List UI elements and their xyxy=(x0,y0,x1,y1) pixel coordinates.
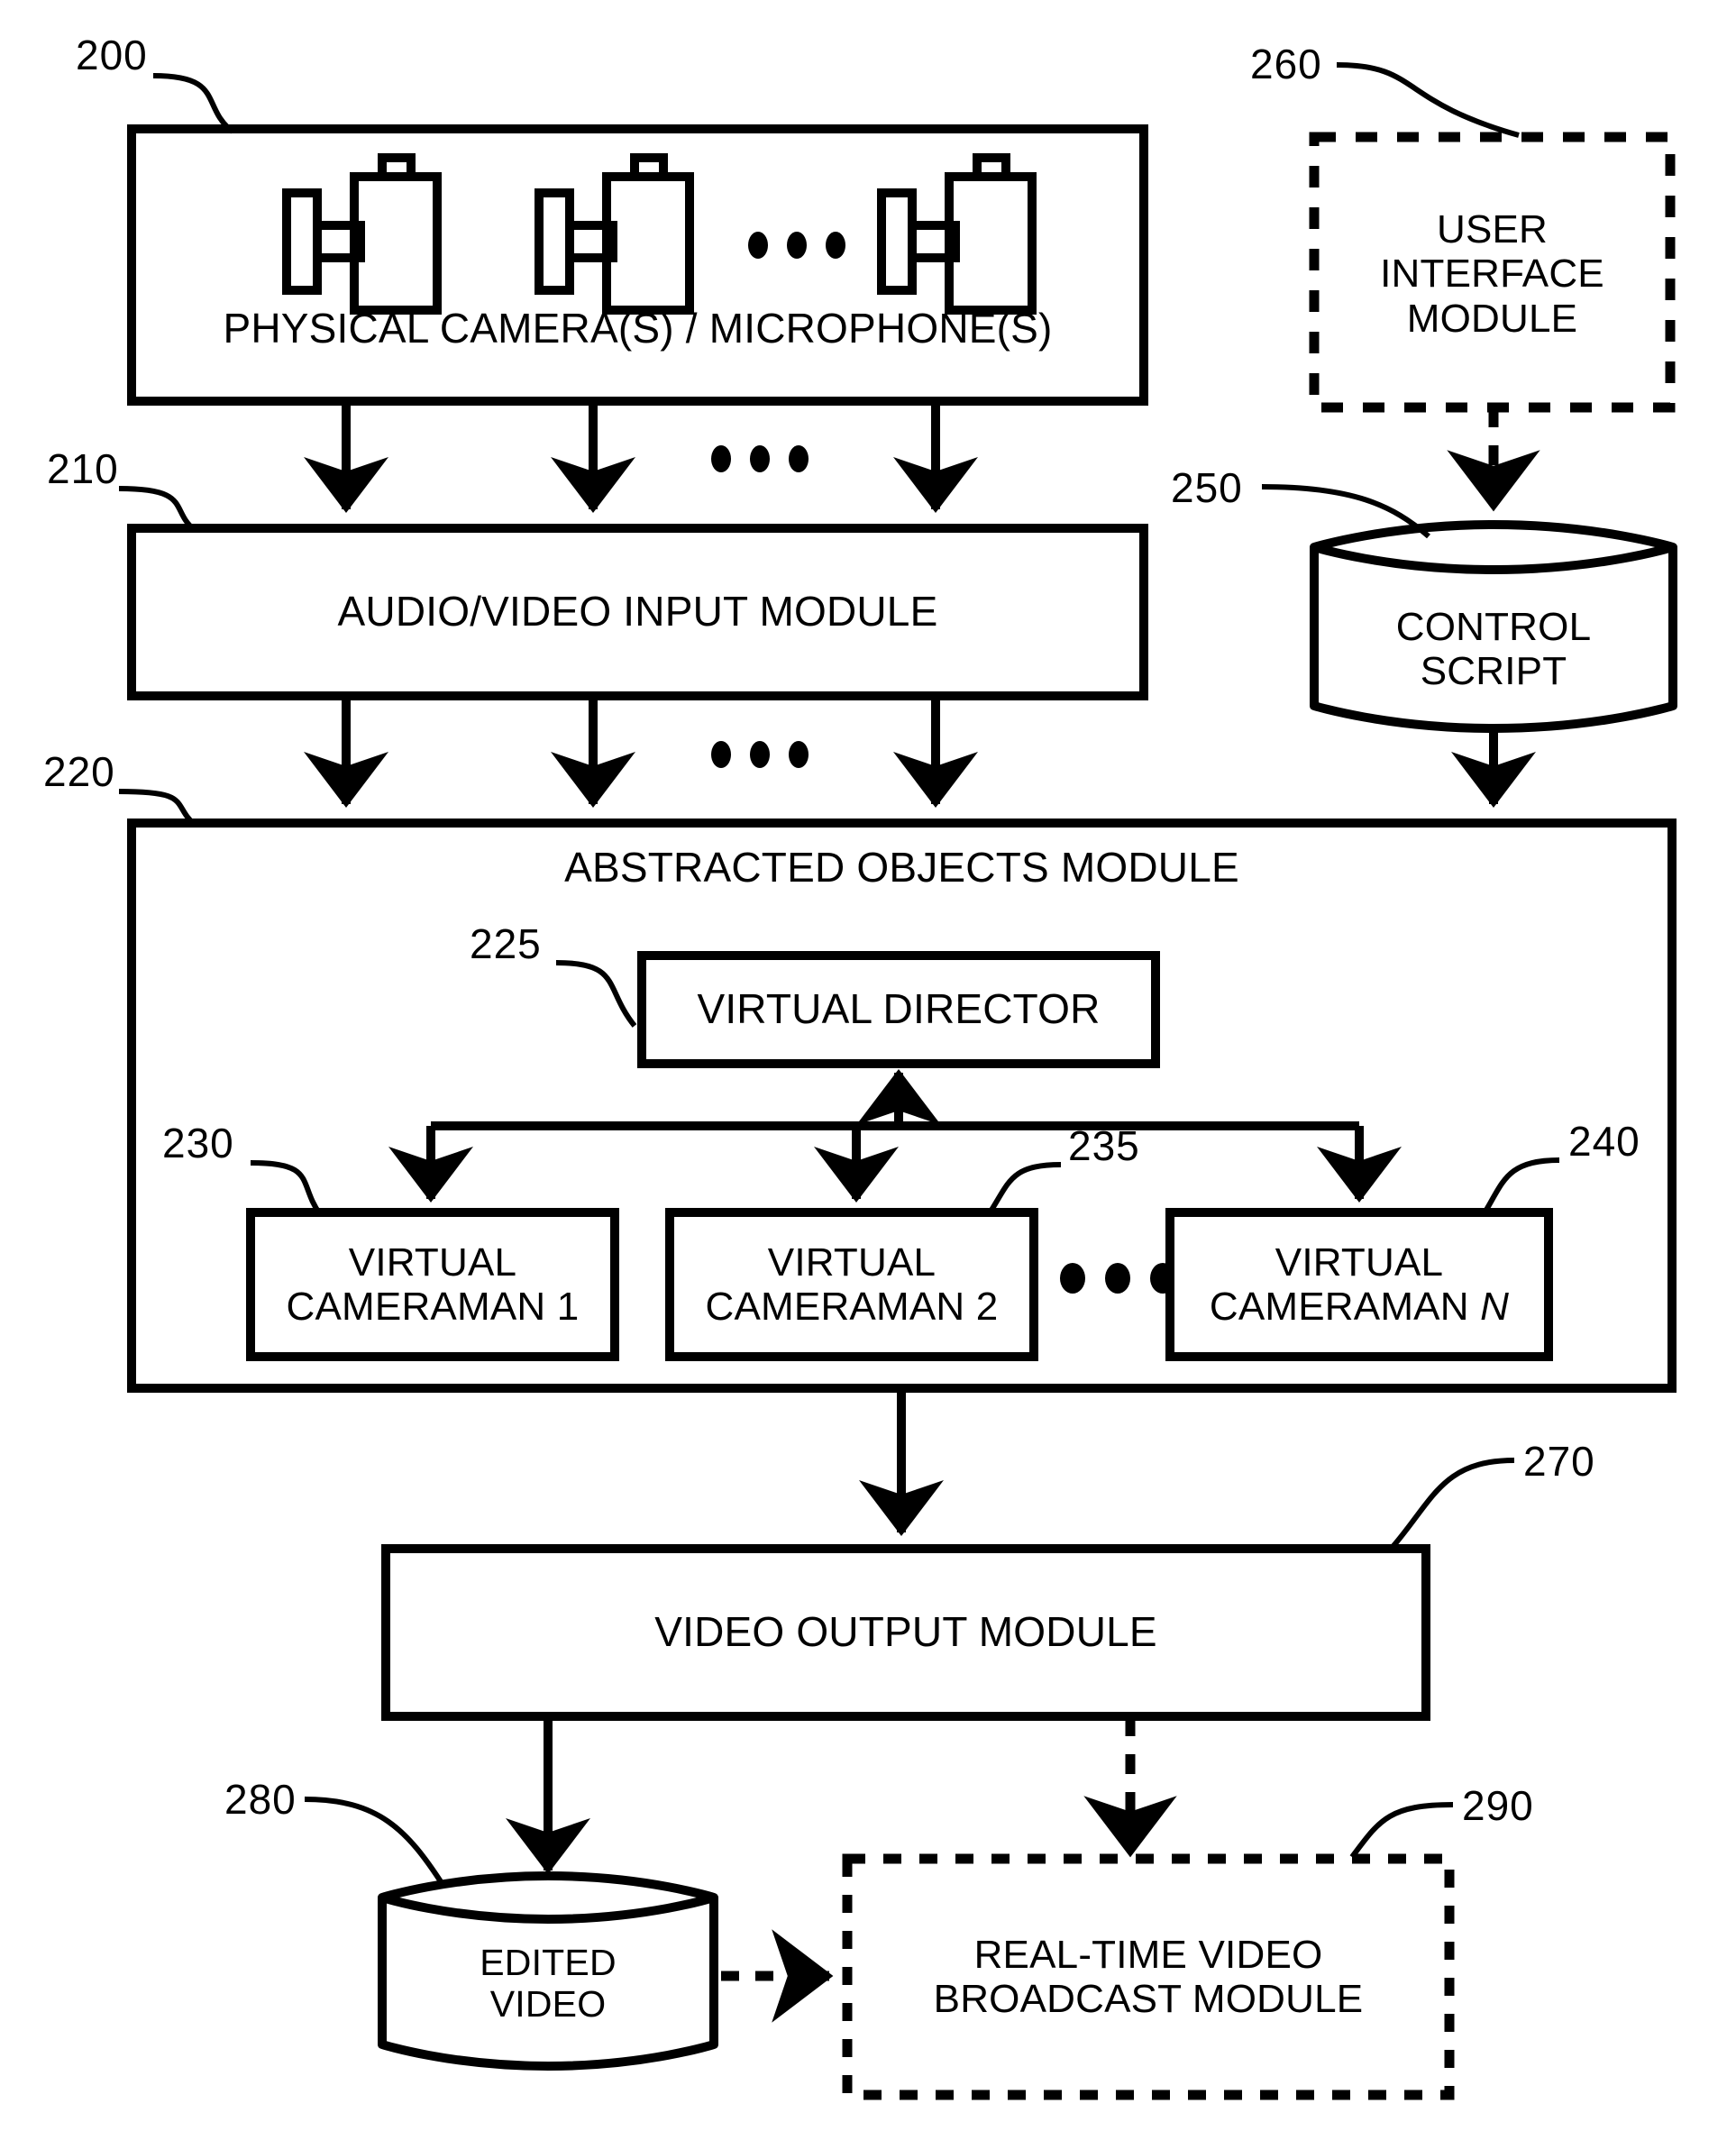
leader-line-270 xyxy=(1390,1458,1515,1549)
patent-figure: 200 210 220 225 230 235 240 250 260 270 … xyxy=(0,0,1736,2131)
ref-number-240: 240 xyxy=(1568,1118,1640,1165)
edited-video-block xyxy=(304,1797,718,2071)
ref-number-210: 210 xyxy=(47,445,119,492)
ref-number-260: 260 xyxy=(1250,41,1322,87)
user-interface-block xyxy=(1309,62,1676,413)
ref-number-225: 225 xyxy=(470,920,542,967)
arrows-cameras-to-input xyxy=(304,401,978,514)
ellipsis-icon xyxy=(748,232,845,259)
control-script-block xyxy=(1261,484,1677,733)
virtual-director-block xyxy=(555,951,1160,1068)
ref-number-270: 270 xyxy=(1523,1438,1595,1485)
ref-number-250: 250 xyxy=(1171,464,1243,511)
ref-number-290: 290 xyxy=(1462,1782,1534,1829)
realtime-broadcast-block xyxy=(842,1802,1455,2100)
arrows-input-to-abstracted xyxy=(304,696,978,809)
av-input-block xyxy=(118,486,1148,700)
physical-cameras-block xyxy=(127,73,1148,406)
video-output-block xyxy=(381,1458,1515,1721)
ref-number-280: 280 xyxy=(224,1776,297,1823)
leader-line-290 xyxy=(1349,1802,1454,1859)
ellipsis-icon xyxy=(711,445,809,472)
leader-line-200 xyxy=(152,73,234,134)
leader-line-280 xyxy=(304,1797,446,1888)
ref-number-230: 230 xyxy=(162,1120,234,1166)
ellipsis-icon xyxy=(1060,1263,1175,1294)
ellipsis-icon xyxy=(711,741,809,768)
leader-line-260 xyxy=(1336,62,1520,138)
ref-number-235: 235 xyxy=(1068,1122,1140,1169)
ref-number-200: 200 xyxy=(76,32,148,78)
ref-number-220: 220 xyxy=(43,748,115,795)
